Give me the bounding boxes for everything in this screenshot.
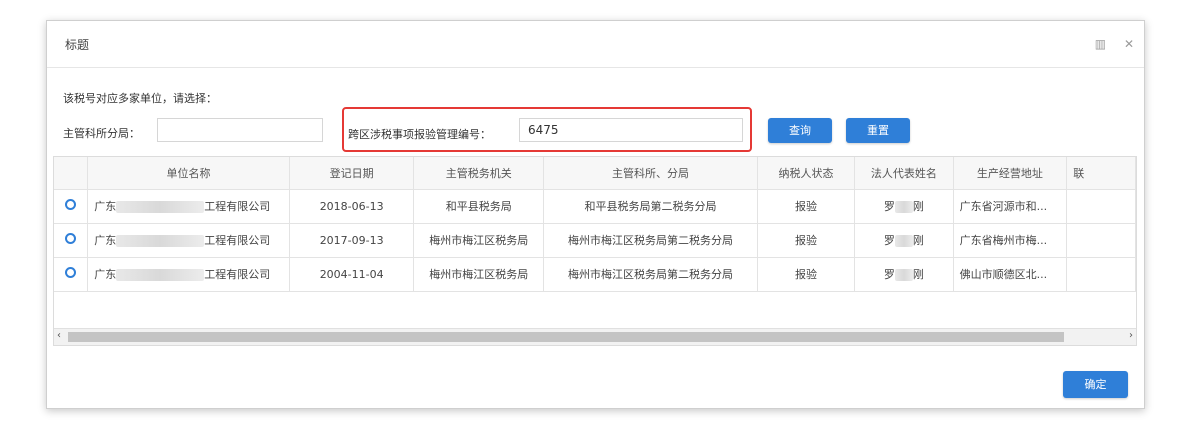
- header-address[interactable]: 生产经营地址: [953, 157, 1068, 190]
- reset-button[interactable]: 重置: [846, 118, 910, 143]
- header-taxpayer-status[interactable]: 纳税人状态: [757, 157, 856, 190]
- rep-suffix: 刚: [912, 200, 924, 213]
- row-radio[interactable]: [65, 267, 77, 278]
- cross-region-label: 跨区涉税事项报验管理编号：: [348, 128, 491, 141]
- taxpayer-status: 报验: [757, 257, 856, 292]
- branch: 和平县税务局第二税务分局: [543, 189, 758, 224]
- rep-prefix: 罗: [883, 268, 895, 281]
- address: 广东省河源市和...: [953, 189, 1068, 224]
- redacted-name: [116, 201, 205, 213]
- rep-prefix: 罗: [883, 234, 895, 247]
- table-row[interactable]: 广东 工程有限公司 2004-11-04 梅州市梅江区税务局 梅州市梅江区税务局第…: [54, 257, 1136, 292]
- row-radio[interactable]: [65, 233, 77, 244]
- scrollbar-thumb[interactable]: [68, 332, 1064, 342]
- table-header-row: 单位名称 登记日期 主管税务机关 主管科所、分局 纳税人状态 法人代表姓名 生产…: [54, 157, 1136, 190]
- tax-authority: 梅州市梅江区税务局: [413, 257, 544, 292]
- query-button[interactable]: 查询: [768, 118, 832, 143]
- unit-name-prefix: 广东: [94, 268, 117, 281]
- header-legal-rep[interactable]: 法人代表姓名: [854, 157, 954, 190]
- maximize-icon[interactable]: ▥: [1095, 37, 1106, 51]
- unit-name-suffix: 工程有限公司: [204, 268, 271, 281]
- table-row[interactable]: 广东 工程有限公司 2017-09-13 梅州市梅江区税务局 梅州市梅江区税务局第…: [54, 223, 1136, 258]
- tax-authority: 和平县税务局: [413, 189, 544, 224]
- redacted-rep: [894, 269, 913, 281]
- office-label: 主管科所分局：: [63, 127, 140, 140]
- close-icon[interactable]: ✕: [1124, 37, 1134, 51]
- unit-name-prefix: 广东: [94, 200, 117, 213]
- row-radio[interactable]: [65, 199, 77, 210]
- scroll-right-icon[interactable]: ›: [1129, 330, 1133, 341]
- select-unit-dialog: 标题 ▥ ✕ 该税号对应多家单位，请选择： 主管科所分局： 跨区涉税事项报验管理…: [46, 20, 1145, 409]
- header-contact[interactable]: 联: [1066, 157, 1136, 190]
- redacted-name: [116, 235, 205, 247]
- header-register-date[interactable]: 登记日期: [289, 157, 415, 190]
- register-date: 2004-11-04: [289, 257, 415, 292]
- register-date: 2017-09-13: [289, 223, 415, 258]
- unit-name-suffix: 工程有限公司: [204, 200, 271, 213]
- header-unit-name[interactable]: 单位名称: [87, 157, 290, 190]
- cross-region-input[interactable]: [519, 118, 743, 142]
- redacted-name: [116, 269, 205, 281]
- dialog-titlebar: 标题 ▥ ✕: [47, 21, 1144, 68]
- confirm-button[interactable]: 确定: [1063, 371, 1128, 398]
- header-tax-authority[interactable]: 主管税务机关: [413, 157, 544, 190]
- branch: 梅州市梅江区税务局第二税务分局: [543, 223, 758, 258]
- header-select: [54, 157, 89, 190]
- header-branch[interactable]: 主管科所、分局: [543, 157, 758, 190]
- table-row[interactable]: 广东 工程有限公司 2018-06-13 和平县税务局 和平县税务局第二税务分局 …: [54, 189, 1136, 224]
- rep-suffix: 刚: [912, 268, 924, 281]
- tax-authority: 梅州市梅江区税务局: [413, 223, 544, 258]
- address: 广东省梅州市梅...: [953, 223, 1068, 258]
- taxpayer-status: 报验: [757, 189, 856, 224]
- unit-name-suffix: 工程有限公司: [204, 234, 271, 247]
- rep-suffix: 刚: [912, 234, 924, 247]
- taxpayer-status: 报验: [757, 223, 856, 258]
- rep-prefix: 罗: [883, 200, 895, 213]
- office-input[interactable]: [157, 118, 323, 142]
- redacted-rep: [894, 235, 913, 247]
- address: 佛山市顺德区北...: [953, 257, 1068, 292]
- redacted-rep: [894, 201, 913, 213]
- branch: 梅州市梅江区税务局第二税务分局: [543, 257, 758, 292]
- horizontal-scrollbar[interactable]: ‹ ›: [54, 328, 1136, 345]
- register-date: 2018-06-13: [289, 189, 415, 224]
- scroll-left-icon[interactable]: ‹: [57, 330, 61, 341]
- unit-name-prefix: 广东: [94, 234, 117, 247]
- dialog-title: 标题: [65, 38, 90, 52]
- unit-table: 单位名称 登记日期 主管税务机关 主管科所、分局 纳税人状态 法人代表姓名 生产…: [53, 156, 1137, 346]
- select-prompt: 该税号对应多家单位，请选择：: [63, 92, 217, 105]
